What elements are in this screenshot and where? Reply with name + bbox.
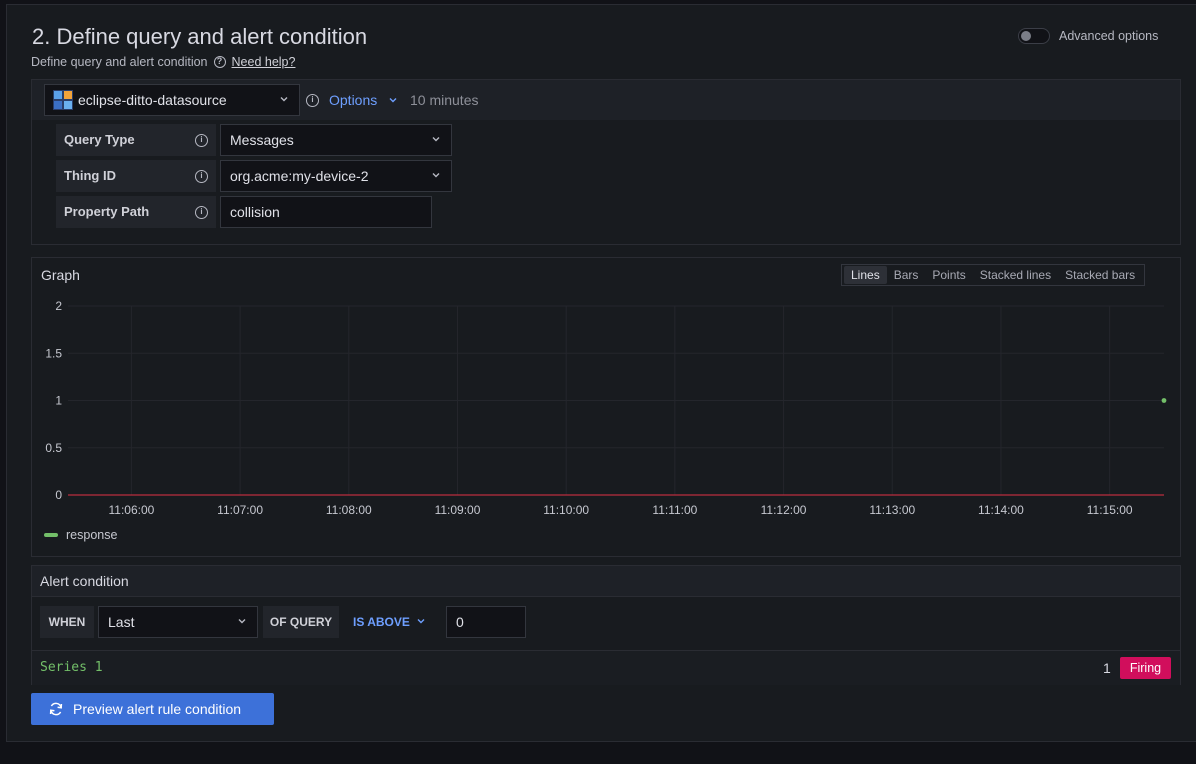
chevron-down-icon bbox=[389, 98, 397, 103]
x-tick-label: 11:15:00 bbox=[1087, 503, 1133, 517]
of-query-keyword: OF QUERY bbox=[263, 606, 339, 638]
field-value: org.acme:my-device-2 bbox=[230, 168, 369, 184]
field-label: Thing ID bbox=[64, 168, 116, 183]
reducer-value: Last bbox=[108, 614, 135, 630]
query-type-label: Query Type i bbox=[56, 124, 216, 156]
thing-id-label: Thing ID i bbox=[56, 160, 216, 192]
x-tick-label: 11:06:00 bbox=[108, 503, 154, 517]
x-tick-label: 11:09:00 bbox=[435, 503, 481, 517]
graph-type-tabs: Lines Bars Points Stacked lines Stacked bars bbox=[841, 264, 1146, 286]
query-type-select[interactable]: Messages bbox=[220, 124, 452, 156]
ditto-logo-icon bbox=[53, 90, 73, 110]
graph-tab-bars[interactable]: Bars bbox=[887, 266, 926, 284]
field-value: collision bbox=[230, 204, 280, 220]
threshold-value: 0 bbox=[456, 614, 464, 630]
evaluator-select[interactable]: IS ABOVE bbox=[353, 615, 410, 629]
graph-tab-lines[interactable]: Lines bbox=[844, 266, 887, 284]
subtitle-text: Define query and alert condition bbox=[31, 55, 208, 69]
query-options-button[interactable]: Options bbox=[329, 92, 377, 108]
x-tick-label: 11:12:00 bbox=[761, 503, 807, 517]
refresh-icon bbox=[49, 702, 63, 716]
y-tick-label: 1.5 bbox=[45, 346, 62, 360]
advanced-options: Advanced options bbox=[1018, 28, 1158, 44]
legend-swatch bbox=[44, 533, 58, 537]
chevron-down-icon bbox=[280, 97, 288, 102]
data-point bbox=[1161, 398, 1167, 403]
result-series-name: Series 1 bbox=[40, 660, 103, 675]
graph-tab-stacked-lines[interactable]: Stacked lines bbox=[973, 266, 1058, 284]
property-path-label: Property Path i bbox=[56, 196, 216, 228]
legend-label[interactable]: response bbox=[66, 528, 117, 542]
y-tick-label: 0.5 bbox=[45, 441, 62, 455]
alert-condition-title: Alert condition bbox=[32, 566, 1180, 597]
info-icon[interactable]: i bbox=[195, 206, 208, 219]
x-tick-label: 11:10:00 bbox=[543, 503, 589, 517]
y-tick-label: 0 bbox=[55, 488, 62, 502]
x-tick-label: 11:13:00 bbox=[869, 503, 915, 517]
result-value: 1 bbox=[1103, 660, 1111, 676]
graph-tab-stacked-bars[interactable]: Stacked bars bbox=[1058, 266, 1142, 284]
section-title: 2. Define query and alert condition bbox=[32, 24, 368, 49]
graph-legend: response bbox=[44, 528, 117, 542]
query-header: eclipse-ditto-datasource i Options 10 mi… bbox=[32, 80, 1180, 120]
reducer-select[interactable]: Last bbox=[98, 606, 258, 638]
graph-tab-points[interactable]: Points bbox=[925, 266, 972, 284]
query-interval: 10 minutes bbox=[410, 92, 479, 108]
chevron-down-icon bbox=[432, 173, 440, 178]
y-tick-label: 1 bbox=[55, 394, 62, 408]
alert-condition-panel: Alert condition WHEN Last OF QUERY IS AB… bbox=[31, 565, 1181, 685]
alert-result-row: Series 1 1 Firing bbox=[32, 650, 1180, 685]
graph-panel: 0 0.5 1 1.5 2 11:06:00 11:07:00 11:08:00 11:09:0… bbox=[31, 257, 1181, 557]
chevron-down-icon bbox=[432, 137, 440, 142]
thing-id-select[interactable]: org.acme:my-device-2 bbox=[220, 160, 452, 192]
property-path-input[interactable]: collision bbox=[220, 196, 432, 228]
y-tick-label: 2 bbox=[55, 299, 62, 313]
preview-alert-button[interactable]: Preview alert rule condition bbox=[31, 693, 274, 725]
section-subtitle: Define query and alert condition ? Need … bbox=[31, 55, 295, 69]
chevron-down-icon bbox=[417, 619, 425, 624]
query-editor: eclipse-ditto-datasource i Options 10 mi… bbox=[31, 79, 1181, 245]
field-label: Property Path bbox=[64, 204, 150, 219]
firing-badge: Firing bbox=[1120, 657, 1171, 679]
x-tick-label: 11:14:00 bbox=[978, 503, 1024, 517]
advanced-options-label: Advanced options bbox=[1059, 29, 1159, 43]
threshold-input[interactable]: 0 bbox=[446, 606, 526, 638]
need-help-link[interactable]: Need help? bbox=[232, 55, 296, 69]
datasource-picker[interactable]: eclipse-ditto-datasource bbox=[44, 84, 300, 116]
question-circle-icon: ? bbox=[213, 56, 226, 68]
datasource-name: eclipse-ditto-datasource bbox=[78, 92, 227, 108]
graph-chart: 0 0.5 1 1.5 2 11:06:00 11:07:00 11:08:00 11:09:0… bbox=[45, 299, 1167, 517]
x-tick-label: 11:07:00 bbox=[217, 503, 263, 517]
preview-button-label: Preview alert rule condition bbox=[73, 701, 242, 717]
field-value: Messages bbox=[230, 132, 294, 148]
advanced-options-toggle[interactable] bbox=[1018, 28, 1050, 44]
chevron-down-icon bbox=[238, 619, 246, 624]
info-icon[interactable]: i bbox=[306, 94, 319, 107]
graph-title: Graph bbox=[41, 267, 80, 283]
info-icon[interactable]: i bbox=[195, 170, 208, 183]
field-label: Query Type bbox=[64, 132, 135, 147]
x-tick-label: 11:08:00 bbox=[326, 503, 372, 517]
x-tick-label: 11:11:00 bbox=[652, 503, 697, 517]
info-icon[interactable]: i bbox=[195, 134, 208, 147]
when-keyword: WHEN bbox=[40, 606, 94, 638]
